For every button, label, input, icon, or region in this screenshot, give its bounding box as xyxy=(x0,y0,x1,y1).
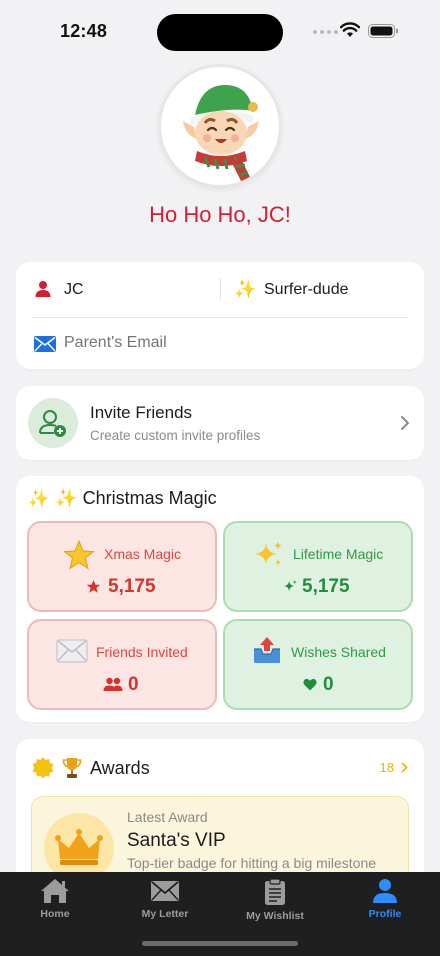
tile-value: 0 xyxy=(323,674,334,695)
christmas-magic-title: ✨ Christmas Magic xyxy=(55,488,217,508)
house-icon xyxy=(41,879,69,903)
christmas-magic-card: ✨ ✨ Christmas Magic Xmas Magic 5,175 Lif… xyxy=(16,476,424,722)
home-indicator xyxy=(142,941,298,946)
awards-title: Awards xyxy=(90,757,150,778)
profile-info-card: JC ✨ Surfer-dude xyxy=(16,262,424,369)
tile-label: Xmas Magic xyxy=(104,546,182,562)
envelope-icon xyxy=(56,639,88,663)
tile-value: 0 xyxy=(128,674,139,695)
people-icon xyxy=(103,677,123,691)
invite-subtitle: Create custom invite profiles xyxy=(90,428,261,443)
latest-award-kicker: Latest Award xyxy=(127,809,208,825)
awards-header[interactable]: Awards xyxy=(32,757,150,779)
sparkles-icon: ✨ xyxy=(28,488,50,508)
battery-icon xyxy=(368,24,398,38)
tile-value: 5,175 xyxy=(108,576,156,597)
status-bar: 12:48 xyxy=(0,0,440,62)
latest-award-title: Santa's VIP xyxy=(127,830,226,851)
chevron-right-icon xyxy=(401,762,408,773)
person-icon xyxy=(373,879,397,903)
dynamic-island xyxy=(157,14,283,51)
xmas-magic-tile[interactable]: Xmas Magic 5,175 xyxy=(27,521,217,612)
tile-label: Friends Invited xyxy=(96,644,188,660)
status-time: 12:48 xyxy=(60,21,108,41)
sparkle-small-icon xyxy=(283,579,297,592)
christmas-magic-header: ✨ ✨ Christmas Magic xyxy=(28,488,217,509)
awards-see-all[interactable]: 18 xyxy=(380,760,408,775)
chevron-right-icon xyxy=(401,416,409,430)
lifetime-magic-tile[interactable]: Lifetime Magic 5,175 xyxy=(223,521,413,612)
profile-name[interactable]: JC xyxy=(64,281,84,299)
divider xyxy=(220,278,221,300)
parent-email-field[interactable] xyxy=(64,334,364,352)
tile-label: Lifetime Magic xyxy=(293,546,384,562)
profile-name-row: JC ✨ Surfer-dude xyxy=(16,262,424,317)
awards-count: 18 xyxy=(379,760,394,775)
outbox-tray-icon xyxy=(254,637,280,663)
badge-icon xyxy=(32,757,54,779)
tab-home[interactable]: Home xyxy=(0,878,110,928)
wishes-shared-tile[interactable]: Wishes Shared 0 xyxy=(223,619,413,710)
add-person-icon xyxy=(28,398,78,448)
star-small-icon xyxy=(86,579,101,593)
heart-icon xyxy=(303,678,317,691)
elf-avatar-icon xyxy=(183,85,259,185)
person-icon xyxy=(35,281,51,297)
profile-nickname[interactable]: Surfer-dude xyxy=(264,281,349,299)
avatar[interactable] xyxy=(158,64,282,188)
sparkles-icon: ✨ xyxy=(234,279,257,299)
friends-invited-tile[interactable]: Friends Invited 0 xyxy=(27,619,217,710)
tab-my-letter[interactable]: My Letter xyxy=(110,878,220,928)
tab-my-wishlist[interactable]: My Wishlist xyxy=(220,878,330,928)
tile-value: 5,175 xyxy=(302,576,350,597)
tab-label: My Letter xyxy=(141,908,189,920)
invite-friends-row[interactable]: Invite Friends Create custom invite prof… xyxy=(16,386,424,460)
latest-award-description: Top-tier badge for hitting a big milesto… xyxy=(127,855,377,871)
tile-label: Wishes Shared xyxy=(291,644,386,660)
envelope-icon xyxy=(34,336,56,352)
divider xyxy=(32,317,408,318)
invite-title: Invite Friends xyxy=(90,403,193,422)
trophy-icon xyxy=(62,758,82,778)
tab-label: Home xyxy=(40,908,70,920)
tab-profile[interactable]: Profile xyxy=(330,878,440,928)
tab-label: Profile xyxy=(368,908,402,920)
sparkles-icon xyxy=(255,541,282,566)
envelope-icon xyxy=(151,881,179,901)
cellular-signal-icon xyxy=(313,30,338,34)
tab-label: My Wishlist xyxy=(246,910,304,922)
wifi-icon xyxy=(340,22,360,37)
star-icon xyxy=(63,539,95,570)
greeting-title: Ho Ho Ho, JC! xyxy=(149,202,291,227)
awards-card: Awards 18 Latest Award Santa's VIP Top-t… xyxy=(16,739,424,896)
clipboard-icon xyxy=(265,878,285,905)
